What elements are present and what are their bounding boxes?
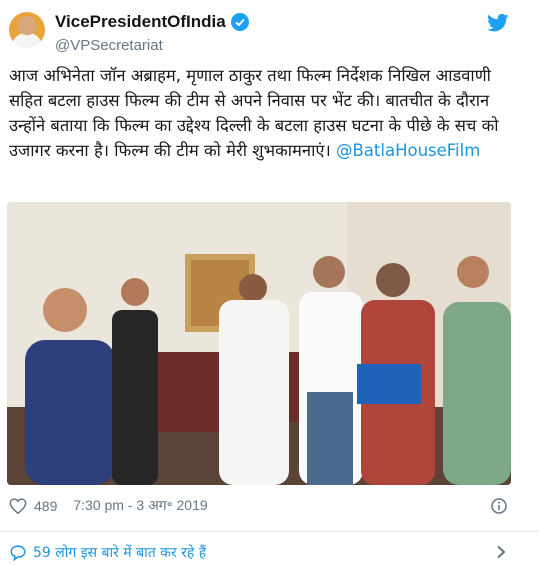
heart-icon[interactable] xyxy=(9,497,27,514)
conversation-link[interactable]: 59 लोग इस बारे में बात कर रहे हैं xyxy=(9,543,206,562)
tweet-photo[interactable] xyxy=(7,202,511,485)
author-display-name[interactable]: VicePresidentOfIndia xyxy=(55,12,226,32)
verified-badge-icon xyxy=(230,13,249,31)
author-name-line[interactable]: VicePresidentOfIndia xyxy=(55,12,249,32)
info-icon[interactable] xyxy=(491,498,507,514)
tweet-card: VicePresidentOfIndia @VPSecretariat आज अ… xyxy=(0,0,539,565)
tweet-timestamp[interactable]: 7:30 pm - 3 अग॰ 2019 xyxy=(73,496,207,515)
tweet-meta: 489 7:30 pm - 3 अग॰ 2019 xyxy=(9,496,208,515)
avatar[interactable] xyxy=(9,12,45,48)
tweet-mention-link[interactable]: @BatlaHouseFilm xyxy=(336,141,480,160)
conversation-label[interactable]: 59 लोग इस बारे में बात कर रहे हैं xyxy=(33,543,206,562)
tweet-body: आज अभिनेता जॉन अब्राहम, मृणाल ठाकुर तथा … xyxy=(9,63,529,163)
divider xyxy=(0,531,539,532)
author-handle[interactable]: @VPSecretariat xyxy=(55,37,163,54)
comment-icon xyxy=(10,545,26,561)
photo-scene xyxy=(7,202,511,485)
twitter-bird-icon[interactable] xyxy=(487,13,509,33)
chevron-right-icon[interactable] xyxy=(496,545,506,559)
like-count[interactable]: 489 xyxy=(34,498,57,514)
